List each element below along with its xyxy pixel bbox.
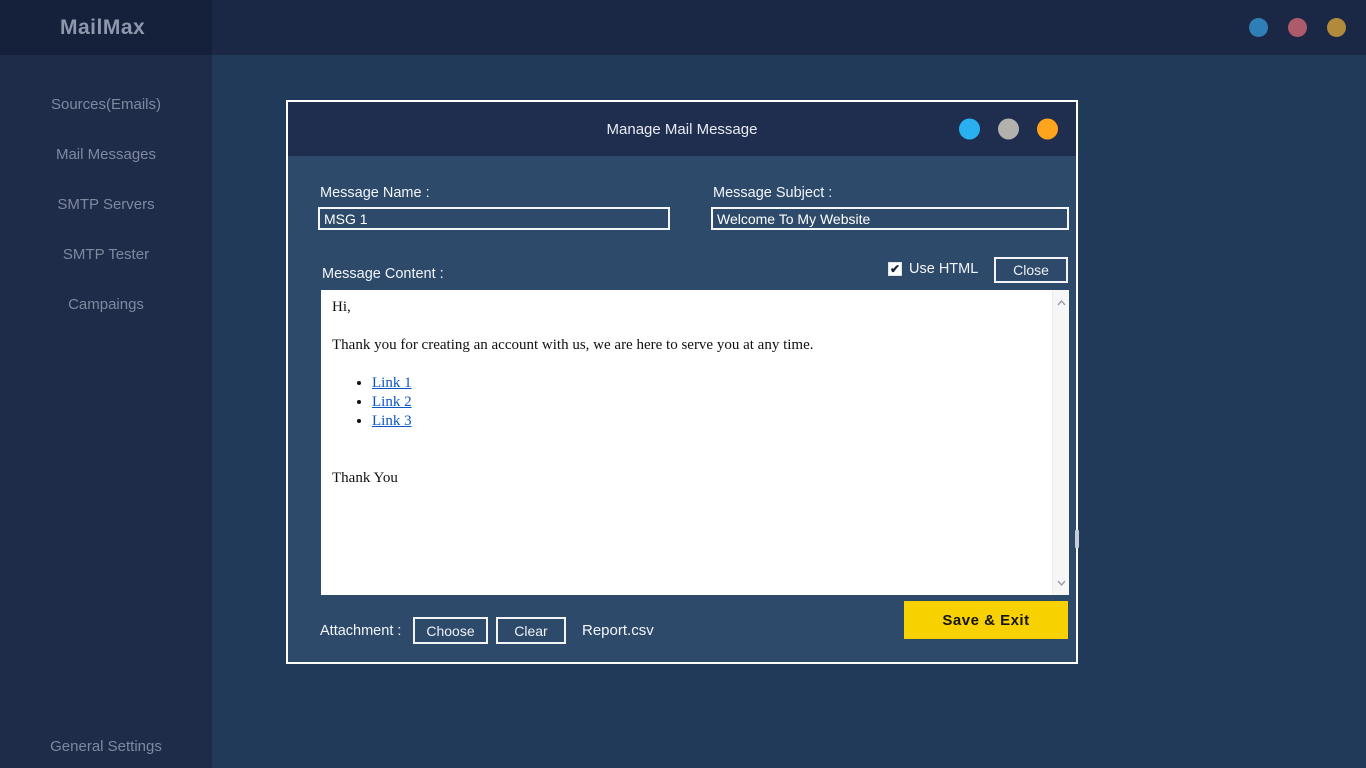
message-name-label: Message Name : (320, 185, 430, 201)
attachment-label: Attachment : (320, 623, 401, 639)
use-html-checkbox[interactable]: ✔ (888, 262, 902, 276)
sidebar-item-general-settings[interactable]: General Settings (50, 738, 162, 755)
sidebar-item-smtp-servers[interactable]: SMTP Servers (0, 179, 212, 229)
dialog-window-controls (959, 119, 1058, 140)
dialog-title: Manage Mail Message (607, 121, 758, 138)
sidebar-item-smtp-tester[interactable]: SMTP Tester (0, 229, 212, 279)
message-content-label: Message Content : (322, 266, 444, 282)
sidebar-item-campaings[interactable]: Campaings (0, 279, 212, 329)
sidebar: Sources(Emails) Mail Messages SMTP Serve… (0, 55, 212, 768)
sidebar-item-sources-emails[interactable]: Sources(Emails) (0, 79, 212, 129)
resize-grip[interactable] (1075, 530, 1079, 548)
scroll-down-icon[interactable] (1053, 574, 1069, 591)
list-item: Link 3 (372, 412, 1041, 431)
email-body-text: Thank you for creating an account with u… (332, 336, 1041, 355)
dialog-circle-blue-icon[interactable] (959, 119, 980, 140)
message-name-input[interactable] (318, 207, 670, 230)
topbar-circle-blue-icon[interactable] (1249, 18, 1268, 37)
topbar-status-circles (1249, 18, 1346, 37)
email-preview: Hi, Thank you for creating an account wi… (321, 290, 1052, 595)
top-bar: MailMax (0, 0, 1366, 55)
scroll-up-icon[interactable] (1053, 294, 1069, 311)
dialog-circle-orange-icon[interactable] (1037, 119, 1058, 140)
topbar-circle-gold-icon[interactable] (1327, 18, 1346, 37)
dialog-titlebar: Manage Mail Message (288, 102, 1076, 156)
email-link-2[interactable]: Link 2 (372, 394, 412, 410)
save-exit-button[interactable]: Save & Exit (904, 601, 1068, 639)
manage-mail-message-dialog: Manage Mail Message Message Name : Messa… (286, 100, 1078, 664)
email-link-1[interactable]: Link 1 (372, 375, 412, 391)
dialog-circle-gray-icon[interactable] (998, 119, 1019, 140)
sidebar-nav: Sources(Emails) Mail Messages SMTP Serve… (0, 79, 212, 329)
sidebar-item-mail-messages[interactable]: Mail Messages (0, 129, 212, 179)
message-subject-input[interactable] (711, 207, 1069, 230)
use-html-option: ✔ Use HTML (888, 261, 978, 277)
email-link-3[interactable]: Link 3 (372, 413, 412, 429)
use-html-label: Use HTML (909, 261, 978, 277)
list-item: Link 1 (372, 374, 1041, 393)
email-closing: Thank You (332, 469, 1041, 488)
attachment-file-name: Report.csv (582, 622, 654, 639)
topbar-circle-rose-icon[interactable] (1288, 18, 1307, 37)
dialog-body: Message Name : Message Subject : Message… (288, 156, 1076, 662)
email-greeting: Hi, (332, 298, 1041, 317)
app-logo-area: MailMax (0, 0, 212, 55)
app-title: MailMax (0, 16, 145, 40)
clear-attachment-button[interactable]: Clear (496, 617, 566, 644)
list-item: Link 2 (372, 393, 1041, 412)
close-button[interactable]: Close (994, 257, 1068, 283)
content-scrollbar[interactable] (1052, 290, 1069, 595)
message-content-editor[interactable]: Hi, Thank you for creating an account wi… (321, 290, 1069, 595)
message-subject-label: Message Subject : (713, 185, 832, 201)
choose-attachment-button[interactable]: Choose (413, 617, 488, 644)
email-link-list: Link 1 Link 2 Link 3 (332, 374, 1041, 431)
